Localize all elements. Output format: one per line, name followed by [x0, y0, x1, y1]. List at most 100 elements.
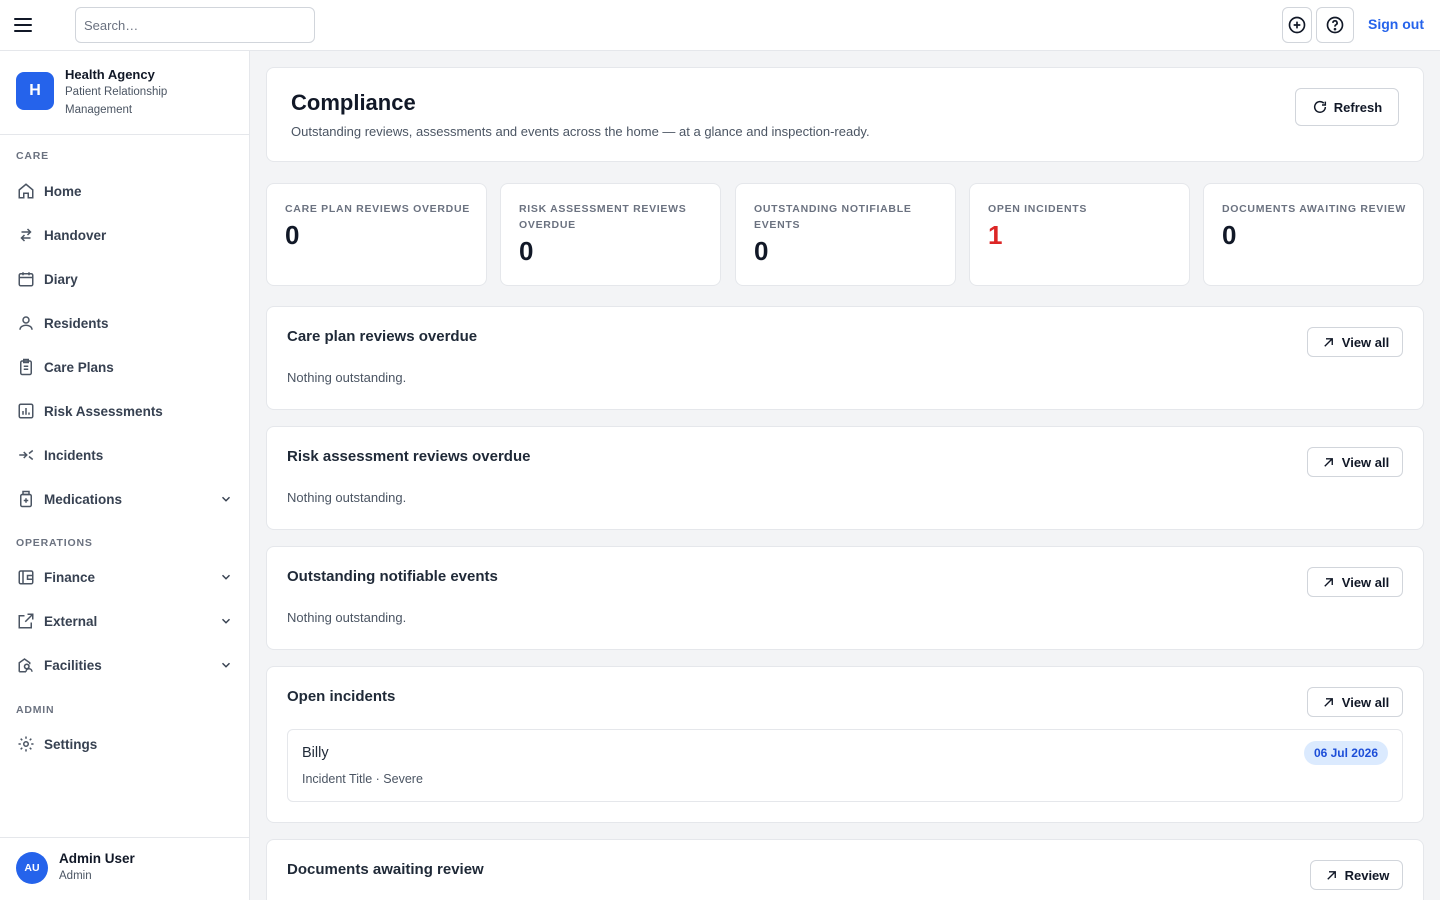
- view-all-button[interactable]: View all: [1307, 447, 1403, 477]
- sidebar-item-facilities[interactable]: Facilities: [16, 649, 234, 681]
- empty-state: Nothing outstanding.: [287, 610, 407, 625]
- stat-label: Care plan reviews overdue: [285, 203, 470, 215]
- sidebar-item-risk-assessments[interactable]: Risk Assessments: [16, 395, 234, 427]
- stat-label: Outstanding notifiable events: [754, 203, 912, 231]
- hamburger-menu-icon[interactable]: [14, 14, 36, 36]
- arrows-merge-icon: [16, 445, 36, 465]
- add-button[interactable]: [1282, 7, 1312, 43]
- sidebar-item-home[interactable]: Home: [16, 175, 234, 207]
- stat-value: 0: [1222, 220, 1237, 250]
- chevron-down-icon[interactable]: [218, 657, 234, 673]
- sidebar-item-settings[interactable]: Settings: [16, 728, 234, 760]
- help-circle-icon: [1326, 16, 1344, 34]
- section-risk-assessment-reviews: Risk assessment reviews overdue View all…: [266, 426, 1424, 530]
- arrow-up-right-icon: [1324, 337, 1333, 347]
- section-notifiable-events: Outstanding notifiable events View all N…: [266, 546, 1424, 650]
- help-button[interactable]: [1316, 7, 1354, 43]
- sidebar-item-label: Risk Assessments: [44, 403, 163, 419]
- brand-name: Health Agency: [65, 67, 155, 82]
- user-role: Admin: [59, 870, 92, 882]
- page-title: Compliance: [291, 90, 416, 115]
- external-link-icon: [16, 611, 36, 631]
- view-all-label: View all: [1341, 574, 1390, 590]
- clipboard-icon: [16, 357, 36, 377]
- section-label-admin: ADMIN: [16, 704, 55, 716]
- stat-value: 0: [285, 220, 300, 250]
- medical-box-icon: [16, 489, 36, 509]
- sidebar-item-handover[interactable]: Handover: [16, 219, 234, 251]
- sidebar-item-label: Settings: [44, 736, 98, 752]
- refresh-label: Refresh: [1333, 99, 1383, 115]
- section-title: Documents awaiting review: [287, 861, 484, 878]
- section-documents-awaiting-review: Documents awaiting review Review: [266, 839, 1424, 900]
- view-all-button[interactable]: View all: [1307, 687, 1403, 717]
- sidebar-item-label: External: [44, 613, 98, 629]
- page-subtitle: Outstanding reviews, assessments and eve…: [291, 124, 870, 139]
- sidebar-item-label: Diary: [44, 271, 78, 287]
- stat-value: 0: [519, 236, 534, 266]
- view-all-label: View all: [1341, 454, 1390, 470]
- gear-icon: [16, 734, 36, 754]
- view-all-button[interactable]: View all: [1307, 567, 1403, 597]
- view-all-button[interactable]: View all: [1307, 327, 1403, 357]
- sidebar-item-label: Handover: [44, 227, 107, 243]
- sidebar-item-label: Incidents: [44, 447, 104, 463]
- sidebar-item-incidents[interactable]: Incidents: [16, 439, 234, 471]
- building-icon: [16, 655, 36, 675]
- empty-state: Nothing outstanding.: [287, 370, 407, 385]
- arrows-left-right-icon: [16, 225, 36, 245]
- sidebar-divider: [0, 134, 249, 135]
- stat-card-open-incidents: Open incidents 1: [969, 183, 1190, 286]
- sidebar-item-label: Care Plans: [44, 359, 114, 375]
- refresh-button[interactable]: Refresh: [1295, 88, 1399, 126]
- sidebar-item-diary[interactable]: Diary: [16, 263, 234, 295]
- incident-meta: Incident Title · Severe: [302, 772, 423, 786]
- stat-card-notifiable-events: Outstanding notifiable events 0: [735, 183, 956, 286]
- arrow-up-right-icon: [1324, 697, 1333, 707]
- review-label: Review: [1344, 867, 1390, 883]
- bar-chart-icon: [16, 401, 36, 421]
- user-name: Admin User: [59, 851, 135, 866]
- review-button[interactable]: Review: [1310, 860, 1403, 890]
- list-item[interactable]: Billy Incident Title · Severe 06 Jul 202…: [287, 729, 1403, 802]
- sidebar: H Health Agency Patient Relationship Man…: [0, 51, 250, 900]
- stat-label: Open incidents: [988, 203, 1088, 215]
- sign-out-link[interactable]: Sign out: [1368, 16, 1424, 32]
- sidebar-item-label: Home: [44, 183, 82, 199]
- section-title: Open incidents: [287, 688, 396, 705]
- search-input[interactable]: [75, 7, 315, 43]
- section-label-operations: OPERATIONS: [16, 537, 93, 549]
- sidebar-item-label: Finance: [44, 569, 96, 585]
- stat-card-care-plan-reviews: Care plan reviews overdue 0: [266, 183, 487, 286]
- page-header: Compliance Outstanding reviews, assessme…: [266, 67, 1424, 162]
- sidebar-item-label: Medications: [44, 491, 123, 507]
- sidebar-footer-divider: [0, 837, 249, 838]
- date-badge: 06 Jul 2026: [1303, 741, 1388, 765]
- sidebar-item-label: Residents: [44, 315, 109, 331]
- section-label-care: CARE: [16, 150, 49, 162]
- stat-value: 0: [754, 236, 769, 266]
- section-title: Care plan reviews overdue: [287, 328, 478, 345]
- calendar-icon: [16, 269, 36, 289]
- plus-circle-icon: [1288, 16, 1306, 34]
- sidebar-item-residents[interactable]: Residents: [16, 307, 234, 339]
- sidebar-item-label: Facilities: [44, 657, 102, 673]
- brand-subtitle: Patient Relationship Management: [65, 86, 168, 116]
- empty-state: Nothing outstanding.: [287, 490, 407, 505]
- view-all-label: View all: [1341, 334, 1390, 350]
- top-bar: Sign out: [0, 0, 1440, 51]
- section-title: Risk assessment reviews overdue: [287, 448, 531, 465]
- chevron-down-icon[interactable]: [218, 491, 234, 507]
- user-icon: [16, 313, 36, 333]
- avatar[interactable]: AU: [16, 852, 48, 884]
- sidebar-item-finance[interactable]: Finance: [16, 561, 234, 593]
- brand-logo: H: [16, 72, 54, 110]
- brand: H Health Agency Patient Relationship Man…: [16, 67, 236, 119]
- sidebar-item-care-plans[interactable]: Care Plans: [16, 351, 234, 383]
- arrow-up-right-icon: [1326, 870, 1336, 880]
- chevron-down-icon[interactable]: [218, 569, 234, 585]
- sidebar-item-medications[interactable]: Medications: [16, 483, 234, 515]
- sidebar-item-external[interactable]: External: [16, 605, 234, 637]
- refresh-icon: [1313, 100, 1326, 113]
- chevron-down-icon[interactable]: [218, 613, 234, 629]
